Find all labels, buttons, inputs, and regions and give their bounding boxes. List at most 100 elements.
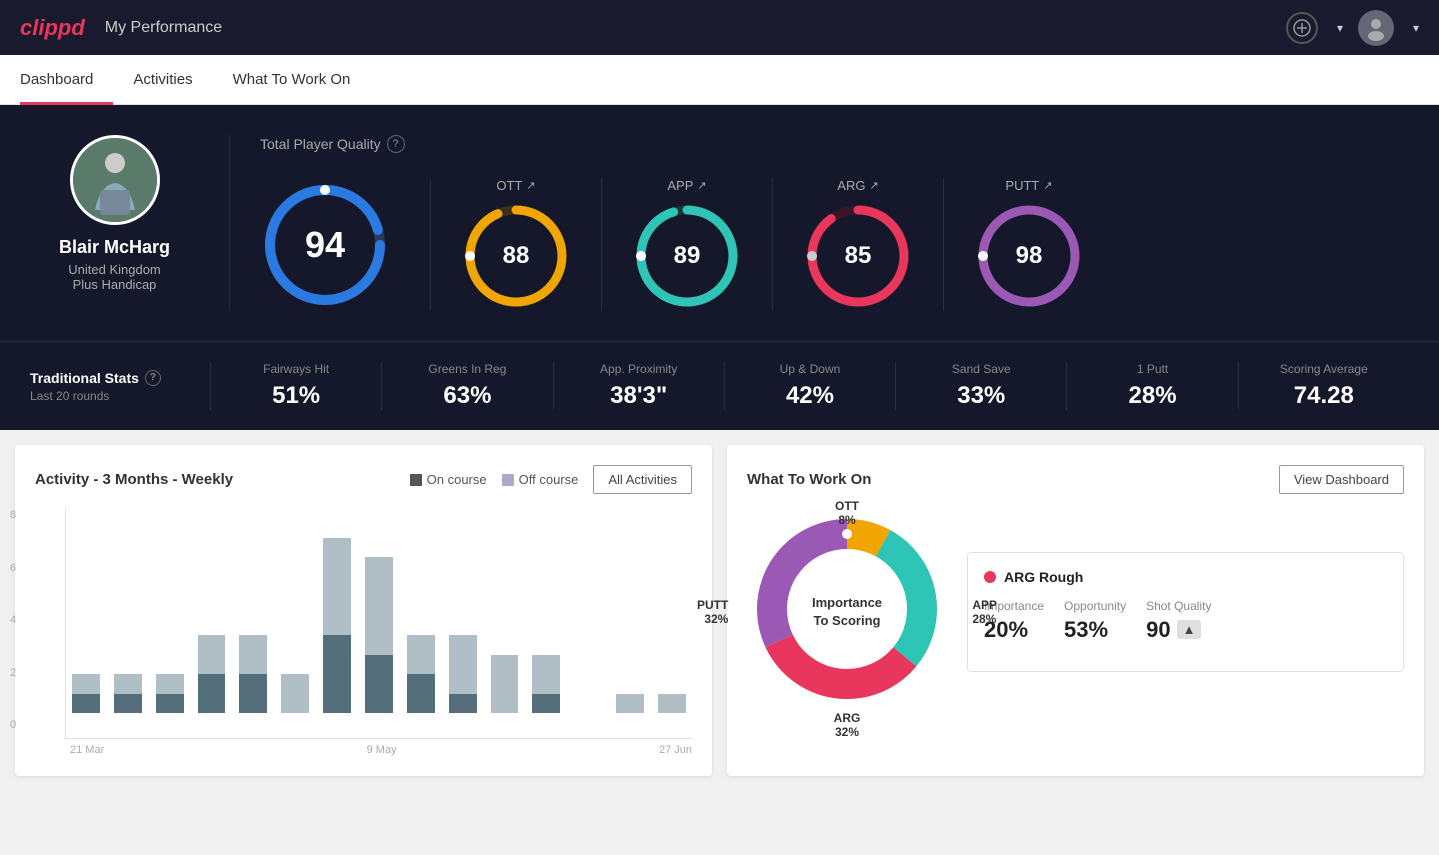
greens-value: 63% — [392, 382, 542, 410]
off-course-bar — [281, 674, 309, 713]
chart-legend: On course Off course — [410, 472, 579, 487]
off-course-bar — [616, 694, 644, 713]
on-course-bar — [239, 674, 267, 713]
off-course-dot — [502, 474, 514, 486]
arg-ring: 85 — [803, 201, 913, 311]
shot-quality-badge: ▲ — [1177, 620, 1202, 639]
trad-stats-sub: Last 20 rounds — [30, 389, 210, 403]
putt-value: 98 — [1016, 242, 1043, 270]
quality-label: Total Player Quality ? — [260, 135, 1409, 153]
stat-greens: Greens In Reg 63% — [381, 362, 552, 410]
arg-value: 85 — [845, 242, 872, 270]
putt-trend: ↗ — [1043, 179, 1052, 192]
view-dashboard-button[interactable]: View Dashboard — [1279, 465, 1404, 494]
app-ring: 89 — [632, 201, 742, 311]
bar-group — [66, 509, 106, 713]
off-course-bar — [658, 694, 686, 713]
off-course-bar — [532, 655, 560, 694]
header: clippd My Performance ▾ ▾ — [0, 0, 1439, 55]
user-avatar-btn[interactable] — [1358, 10, 1394, 46]
header-left: clippd My Performance — [20, 15, 222, 41]
bar-group — [359, 509, 399, 713]
bar-group — [108, 509, 148, 713]
metric-shot-quality: Shot Quality 90 ▲ — [1146, 599, 1211, 643]
trad-stats-label: Traditional Stats ? Last 20 rounds — [30, 370, 210, 403]
on-course-bar — [532, 694, 560, 713]
activity-panel-title: Activity - 3 Months - Weekly — [35, 471, 233, 488]
add-icon[interactable] — [1286, 12, 1318, 44]
legend-off-course: Off course — [502, 472, 579, 487]
oneputt-label: 1 Putt — [1077, 362, 1227, 376]
info-metrics: Importance 20% Opportunity 53% Shot Qual… — [984, 599, 1387, 643]
all-activities-button[interactable]: All Activities — [593, 465, 692, 494]
work-on-content: OTT8% APP28% ARG32% PUTT32% — [747, 509, 1404, 714]
off-course-bar — [323, 538, 351, 635]
app-value: 89 — [674, 242, 701, 270]
sandsave-label: Sand Save — [906, 362, 1056, 376]
chart-x-labels: 21 Mar 9 May 27 Jun — [65, 739, 692, 756]
work-on-title: What To Work On — [747, 471, 871, 488]
putt-ring: 98 — [974, 201, 1084, 311]
add-dropdown-arrow[interactable]: ▾ — [1337, 21, 1343, 35]
on-course-bar — [407, 674, 435, 713]
off-course-bar — [365, 557, 393, 654]
tab-dashboard[interactable]: Dashboard — [20, 57, 113, 105]
proximity-label: App. Proximity — [564, 362, 714, 376]
app-trend: ↗ — [697, 179, 706, 192]
bar-group — [275, 509, 315, 713]
off-course-bar — [114, 674, 142, 693]
fairways-value: 51% — [221, 382, 371, 410]
metric-opportunity: Opportunity 53% — [1064, 599, 1126, 643]
stats-section: Total Player Quality ? 94 OTT — [230, 135, 1409, 311]
work-on-panel: What To Work On View Dashboard OTT8% APP… — [727, 445, 1424, 776]
player-name: Blair McHarg — [59, 237, 170, 258]
arg-card: ARG ↗ 85 — [773, 178, 944, 311]
off-course-bar — [407, 635, 435, 674]
off-course-bar — [198, 635, 226, 674]
on-course-bar — [114, 694, 142, 713]
putt-card: PUTT ↗ 98 — [944, 178, 1114, 311]
ott-trend: ↗ — [526, 179, 535, 192]
chart-area — [65, 509, 692, 739]
fairways-label: Fairways Hit — [221, 362, 371, 376]
tab-what-to-work-on[interactable]: What To Work On — [233, 57, 371, 105]
ott-segment-label: OTT8% — [835, 499, 859, 527]
bottom-panels: Activity - 3 Months - Weekly On course O… — [0, 430, 1439, 791]
ott-label: OTT ↗ — [496, 178, 535, 193]
putt-label: PUTT ↗ — [1005, 178, 1052, 193]
bar-group — [401, 509, 441, 713]
ott-value: 88 — [503, 242, 530, 270]
player-handicap: Plus Handicap — [73, 277, 157, 292]
main-gauge-ring: 94 — [260, 180, 390, 310]
header-title: My Performance — [105, 19, 222, 37]
info-card-title: ARG Rough — [984, 569, 1387, 585]
player-avatar — [70, 135, 160, 225]
stat-scoring: Scoring Average 74.28 — [1238, 362, 1409, 410]
header-right: ▾ ▾ — [1286, 10, 1419, 46]
player-info: Blair McHarg United Kingdom Plus Handica… — [30, 135, 230, 311]
stat-fairways: Fairways Hit 51% — [210, 362, 381, 410]
bar-group — [233, 509, 273, 713]
tab-activities[interactable]: Activities — [133, 57, 212, 105]
off-course-bar — [72, 674, 100, 693]
user-dropdown-arrow[interactable]: ▾ — [1413, 21, 1419, 35]
updown-label: Up & Down — [735, 362, 885, 376]
on-course-bar — [449, 694, 477, 713]
trad-help-icon[interactable]: ? — [145, 370, 161, 386]
on-course-bar — [156, 694, 184, 713]
logo-text: clippd — [20, 15, 85, 41]
quality-cards: 94 OTT ↗ 88 — [260, 178, 1409, 311]
activity-panel: Activity - 3 Months - Weekly On course O… — [15, 445, 712, 776]
logo[interactable]: clippd — [20, 15, 85, 41]
off-course-bar — [449, 635, 477, 693]
bar-group — [610, 509, 650, 713]
bar-group — [568, 509, 608, 713]
traditional-stats: Traditional Stats ? Last 20 rounds Fairw… — [0, 341, 1439, 430]
scoring-label: Scoring Average — [1249, 362, 1399, 376]
quality-help-icon[interactable]: ? — [387, 135, 405, 153]
bar-group — [192, 509, 232, 713]
sandsave-value: 33% — [906, 382, 1056, 410]
trad-stats-title: Traditional Stats ? — [30, 370, 210, 386]
on-course-bar — [365, 655, 393, 713]
bar-group — [526, 509, 566, 713]
